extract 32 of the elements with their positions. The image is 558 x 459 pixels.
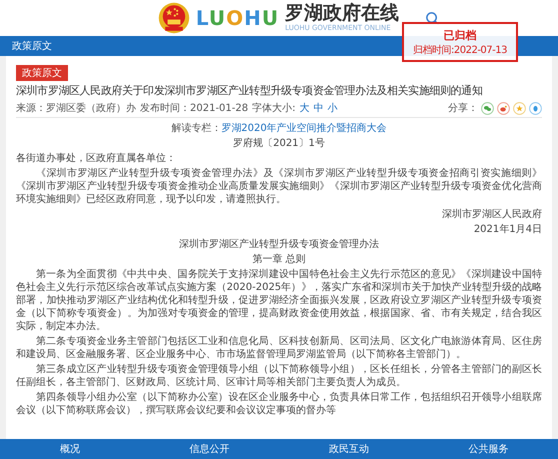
body-text: 第三条成立区产业转型升级专项资金管理领导小组（以下简称领导小组），区长任组长，分管各主管部门的副区长任副组长，各主管部门、区财政局、区统计局、区审计局等相关部门主要负责人为成员。 — [16, 363, 542, 389]
body-text: 深圳市罗湖区人民政府 — [441, 208, 542, 221]
emblem-icon — [158, 2, 190, 34]
footer-nav-link[interactable]: 概况 — [0, 439, 140, 459]
column-link[interactable]: 罗湖2020年产业空间推介暨招商大会 — [221, 123, 387, 134]
archived-stamp: 已归档 归档时间:2022-07-13 — [402, 22, 518, 62]
footer-nav-link[interactable]: 公共服务 — [418, 439, 558, 459]
category-tag: 政策原文 — [16, 65, 68, 81]
publish-date: 发布时间：2021-01-28 — [140, 102, 248, 115]
footer-nav-link[interactable]: 信息公开 — [140, 439, 279, 459]
font-size-link[interactable]: 中 — [314, 101, 324, 115]
footer-nav-link[interactable]: 政民互动 — [279, 439, 418, 459]
font-size-link[interactable]: 小 — [328, 101, 338, 115]
source-text: 来源：罗湖区委（政府）办 — [16, 102, 136, 115]
body-text: 各街道办事处，区政府直属各单位： — [16, 152, 177, 165]
body-text: 第一章 总则 — [251, 253, 307, 266]
body-text: 第四条领导小组办公室（以下简称办公室）设在区企业服务中心，负责具体日常工作，包括组织召开领导小组联席会议（以下简称联席会议），撰写联席会议纪要和会议议定事项的督办等 — [16, 391, 542, 417]
body-text: 第一条为全面贯彻《中共中央、国务院关于支持深圳建设中国特色社会主义先行示范区的意见》《深圳建设中国特色社会主义先行示范区综合改革试点实施方案（2020-2025年）》，落实广东省和深圳市关于加快产业转型升级的战略部署，加快推动罗湖区产业结构优化和转型升级，促进罗湖经济全面振兴发展，区政府设立罗湖区产业转型升级专项资金（以下简称专项资金）。为加强对专项资金的管理，提高财政资金使用效益，根据国家、省、市有关规定，结合我区实际，制定本办法。 — [16, 268, 542, 333]
body-text: 《深圳市罗湖区产业转型升级专项资金管理办法》及《深圳市罗湖区产业转型升级专项资金招商引资实施细则》《深圳市罗湖区产业转型升级专项资金推动企业高质量发展实施细则》《深圳市罗湖区产业转型升级专项资金优化营商环境实施细则》已经区政府同意，现予以印发，请遵照执行。 — [16, 167, 542, 206]
article-title: 深圳市罗湖区人民政府关于印发深圳市罗湖区产业转型升级专项资金管理办法及相关实施细则的通知 — [16, 83, 484, 98]
site-title: 罗湖政府在线 — [285, 4, 400, 23]
body-text: 罗府规〔2021〕1号 — [232, 137, 326, 150]
section-label: 政策原文 — [12, 40, 52, 53]
body-text: 第二条专项资金业务主管部门包括区工业和信息化局、区科技创新局、区司法局、区文化广电旅游体育局、区住房和建设局、区金融服务署、区企业服务中心、市市场监督管理局罗湖监管局（以下简称各主管部门）。 — [16, 335, 542, 361]
body-text: 深圳市罗湖区产业转型升级专项资金管理办法 — [178, 238, 380, 251]
column-label: 解读专栏： — [171, 123, 222, 134]
font-size-label: 字体大小: — [252, 102, 296, 115]
font-size-link[interactable]: 大 — [300, 101, 310, 115]
body-text: 2021年1月4日 — [472, 223, 542, 236]
share-label: 分享： — [448, 102, 478, 115]
chat-bubbles-icon[interactable] — [481, 102, 494, 114]
logo-wordmark: LUOHU — [196, 6, 280, 30]
